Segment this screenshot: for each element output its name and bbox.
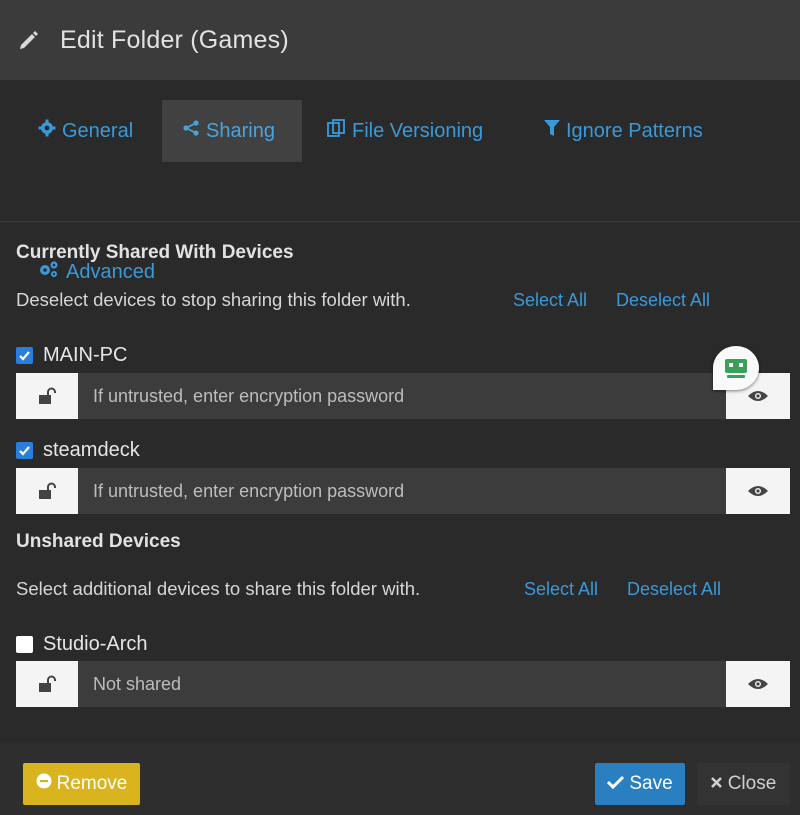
modal-header: Edit Folder (Games) <box>0 0 800 80</box>
unshared-help-text: Select additional devices to share this … <box>16 578 421 599</box>
device-password-row: If untrusted, enter encryption password <box>16 373 790 419</box>
device-steamdeck[interactable]: steamdeck <box>16 439 140 462</box>
encryption-password-input[interactable]: If untrusted, enter encryption password <box>78 468 726 514</box>
modal-title: Edit Folder (Games) <box>60 25 289 54</box>
unshared-deselect-all-link[interactable]: Deselect All <box>627 579 721 600</box>
tab-label: Sharing <box>206 119 275 142</box>
save-button[interactable]: Save <box>595 763 685 805</box>
gear-icon <box>38 119 62 143</box>
minus-circle-icon <box>36 773 57 795</box>
close-icon <box>710 773 728 795</box>
pencil-icon <box>18 29 40 51</box>
modal-footer: Remove Save Close <box>0 742 800 815</box>
encryption-password-input[interactable]: Not shared <box>78 661 726 707</box>
filter-icon <box>544 119 566 143</box>
shared-select-all-link[interactable]: Select All <box>513 290 587 311</box>
shared-section-title: Currently Shared With Devices <box>16 242 294 263</box>
copy-icon <box>326 118 352 144</box>
share-icon <box>182 119 206 143</box>
shared-deselect-all-link[interactable]: Deselect All <box>616 290 710 311</box>
device-name: Studio-Arch <box>43 633 148 655</box>
device-password-row: Not shared <box>16 661 790 707</box>
device-password-row: If untrusted, enter encryption password <box>16 468 790 514</box>
tab-bar: General Sharing File Versioning Ignore P… <box>0 80 800 283</box>
device-checkbox[interactable] <box>16 347 33 364</box>
device-checkbox[interactable] <box>16 636 33 653</box>
device-name: MAIN-PC <box>43 344 128 366</box>
password-manager-extension-icon[interactable] <box>713 346 759 390</box>
close-button[interactable]: Close <box>697 763 789 805</box>
unlock-icon[interactable] <box>16 661 78 707</box>
save-label: Save <box>629 773 673 794</box>
eye-icon[interactable] <box>726 468 790 514</box>
check-icon <box>607 773 629 795</box>
tab-label: General <box>62 119 134 142</box>
tab-label: File Versioning <box>352 119 484 142</box>
tab-sharing[interactable]: Sharing <box>162 100 302 162</box>
remove-button[interactable]: Remove <box>23 763 140 805</box>
eye-icon[interactable] <box>726 661 790 707</box>
tab-label: Ignore Patterns <box>566 119 703 142</box>
device-studio-arch[interactable]: Studio-Arch <box>16 633 148 656</box>
encryption-password-input[interactable]: If untrusted, enter encryption password <box>78 373 726 419</box>
tab-file-versioning[interactable]: File Versioning <box>312 100 512 162</box>
tab-general[interactable]: General <box>22 100 152 162</box>
unshared-section-title: Unshared Devices <box>16 531 181 552</box>
shared-help-text: Deselect devices to stop sharing this fo… <box>16 289 411 310</box>
unlock-icon[interactable] <box>16 468 78 514</box>
device-checkbox[interactable] <box>16 442 33 459</box>
unshared-select-all-link[interactable]: Select All <box>524 579 598 600</box>
close-label: Close <box>727 773 777 794</box>
unlock-icon[interactable] <box>16 373 78 419</box>
device-main-pc[interactable]: MAIN-PC <box>16 344 127 367</box>
device-name: steamdeck <box>43 439 140 461</box>
remove-label: Remove <box>56 773 128 794</box>
tab-ignore-patterns[interactable]: Ignore Patterns <box>530 100 730 162</box>
